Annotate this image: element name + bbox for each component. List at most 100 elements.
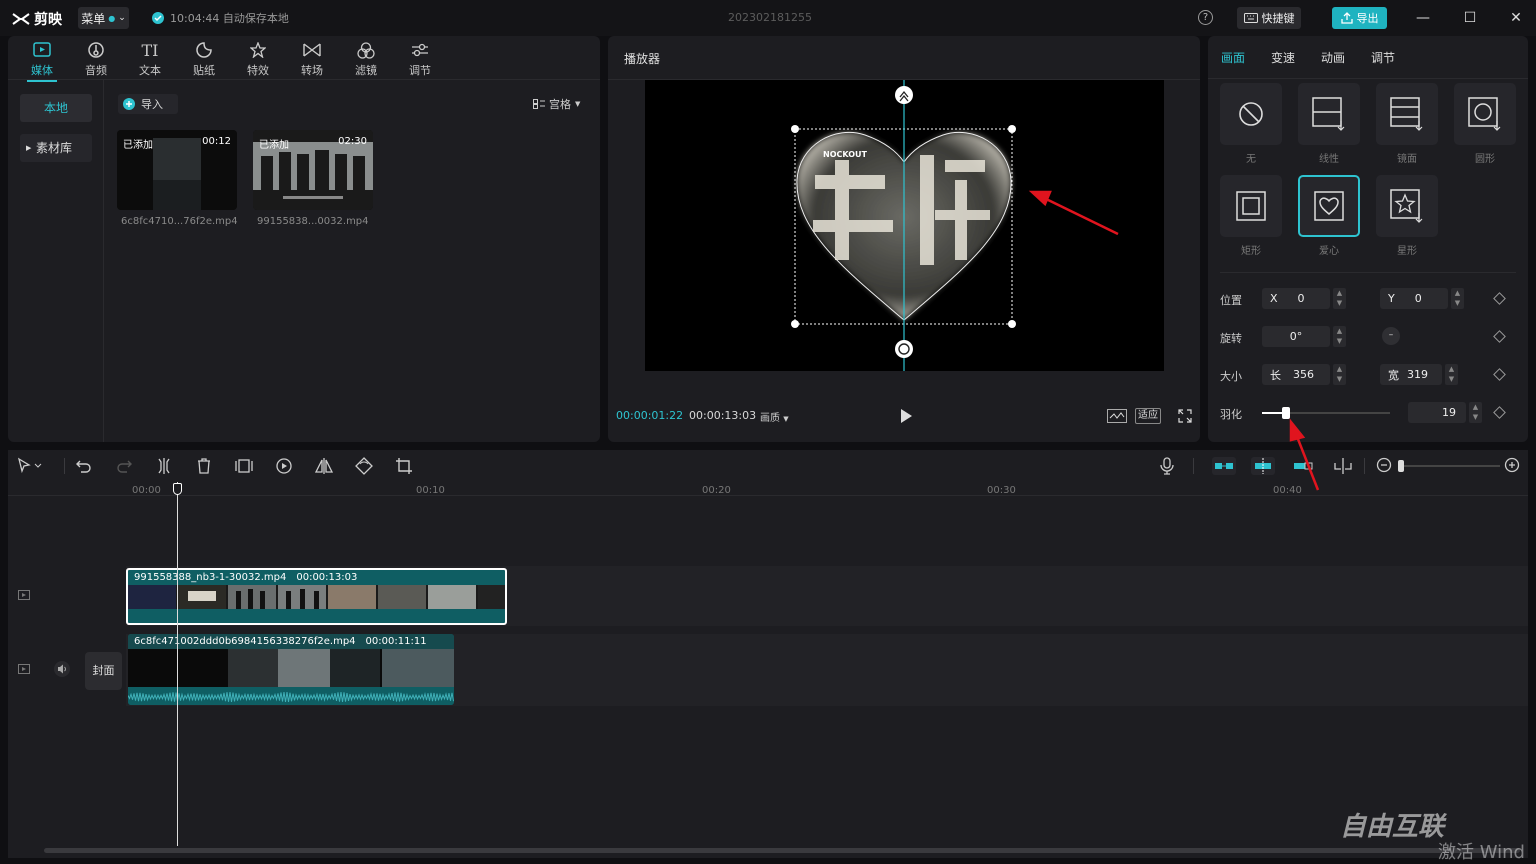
keyframe-diamond-icon[interactable] [1493,292,1506,305]
export-button[interactable]: 导出 [1332,7,1387,29]
zoom-out-button[interactable] [1376,457,1394,475]
resize-handle[interactable] [791,320,799,328]
trash-icon [198,458,210,474]
media-item[interactable]: 已添加 02:30 [253,130,373,210]
tab-label: 转场 [301,64,323,77]
rotate-button[interactable] [355,457,373,475]
linkage-button[interactable] [1291,457,1315,475]
menu-button[interactable]: 菜单 ● ⌄ [78,7,129,29]
play-button[interactable] [899,408,913,424]
minimize-button[interactable]: — [1413,8,1433,28]
mask-rect-button[interactable] [1220,175,1282,237]
tab-sticker[interactable]: 贴纸 [177,40,231,78]
tab-filter[interactable]: 滤镜 [339,40,393,78]
snap-icon [1255,458,1271,474]
mask-label: 圆形 [1475,154,1495,165]
zoom-slider-knob[interactable] [1398,460,1404,472]
tab-animation[interactable]: 动画 [1321,49,1345,66]
tab-audio[interactable]: 音频 [69,40,123,78]
timeline-scrollbar[interactable] [44,848,1520,853]
mirror-button[interactable] [315,457,333,475]
record-audio-button[interactable] [1158,457,1176,475]
tab-text[interactable]: TI 文本 [123,40,177,78]
fit-ratio-button[interactable]: 适应 [1135,408,1161,424]
mask-none-button[interactable] [1220,83,1282,145]
length-stepper[interactable]: ▲ ▼ [1333,364,1346,385]
redo-button[interactable] [115,457,133,475]
maximize-button[interactable]: ☐ [1460,8,1480,28]
mask-star-button[interactable] [1376,175,1438,237]
zoom-out-icon [1376,457,1392,473]
undo-button[interactable] [75,457,93,475]
mask-linear-button[interactable] [1298,83,1360,145]
rotate-handle-icon[interactable] [895,340,913,358]
tab-canvas[interactable]: 画面 [1221,49,1245,66]
feather-slider[interactable] [1262,402,1390,423]
split-button[interactable] [155,457,173,475]
keyframe-diamond-icon[interactable] [1493,368,1506,381]
tab-media[interactable]: 媒体 [15,40,69,82]
reverse-play-button[interactable] [275,457,293,475]
preview-canvas[interactable]: NOCKOUT [645,80,1164,371]
fullscreen-button[interactable] [1178,409,1192,423]
project-title: 202302181255 [728,11,812,24]
preview-axis-button[interactable] [1333,457,1353,475]
sidebar-item-local[interactable]: 本地 [20,94,92,122]
resize-handle[interactable] [791,125,799,133]
tab-transition[interactable]: 转场 [285,40,339,78]
tab-adjust[interactable]: 调节 [393,40,447,78]
help-icon[interactable]: ? [1198,10,1213,25]
sidebar-item-library[interactable]: ▶ 素材库 [20,134,92,162]
view-mode-dropdown[interactable]: 宫格 ▼ [533,96,580,112]
keyframe-diamond-icon[interactable] [1493,330,1506,343]
resize-handle[interactable] [1008,320,1016,328]
feather-input[interactable]: 19 [1408,402,1466,423]
x-stepper[interactable]: ▲ ▼ [1333,288,1346,309]
tab-label: 特效 [247,64,269,77]
crop-icon [396,458,412,474]
mask-mirror-button[interactable] [1376,83,1438,145]
keyframe-diamond-icon[interactable] [1493,406,1506,419]
tab-adjust[interactable]: 调节 [1371,49,1395,66]
tab-speed[interactable]: 变速 [1271,49,1295,66]
slider-knob[interactable] [1282,407,1290,419]
playhead-handle-icon[interactable] [173,483,182,495]
media-item[interactable]: 已添加 00:12 [117,130,237,210]
width-stepper[interactable]: ▲ ▼ [1445,364,1458,385]
resize-handle[interactable] [1008,125,1016,133]
rotate-input[interactable]: 0° [1262,326,1330,347]
video-clip-main[interactable]: 991558388_nb3-1-30032.mp4 00:00:13:03 [126,568,507,625]
rotate-stepper[interactable]: ▲ ▼ [1333,326,1346,347]
position-x-input[interactable]: X0 [1262,288,1330,309]
tab-label: 贴纸 [193,64,215,77]
zoom-in-button[interactable] [1504,457,1522,475]
delete-button[interactable] [195,457,213,475]
mask-width-input[interactable]: 宽 319 [1380,364,1442,385]
time-ruler[interactable]: 00:00 00:10 00:20 00:30 00:40 [8,482,1528,496]
mask-circle-button[interactable] [1454,83,1516,145]
tab-effects[interactable]: 特效 [231,40,285,78]
mask-length-input[interactable]: 长 356 [1262,364,1330,385]
cover-button[interactable]: 封面 [85,652,122,690]
waveform-toggle-button[interactable] [1107,409,1127,423]
rotate-dial-icon[interactable]: – [1382,327,1400,345]
y-stepper[interactable]: ▲ ▼ [1451,288,1464,309]
freeze-frame-button[interactable] [235,457,253,475]
auto-snap-button[interactable] [1251,457,1275,475]
mask-heart-button[interactable] [1298,175,1360,237]
sticker-icon [196,42,212,58]
import-button[interactable]: 导入 [118,94,178,114]
select-tool-button[interactable] [17,457,42,475]
zoom-slider[interactable] [1400,465,1500,467]
clip-header: 991558388_nb3-1-30032.mp4 00:00:13:03 [128,570,505,585]
feather-stepper[interactable]: ▲ ▼ [1469,402,1482,423]
position-y-input[interactable]: Y0 [1380,288,1448,309]
quality-dropdown[interactable]: 画质 ▼ [760,409,789,424]
playhead-line[interactable] [177,482,178,846]
track-audio-toggle[interactable] [54,661,70,677]
circle-mask-icon [1468,97,1501,131]
shortcut-button[interactable]: 快捷键 [1237,7,1301,29]
crop-button[interactable] [395,457,413,475]
close-button[interactable]: ✕ [1506,8,1526,28]
main-track-magnet-button[interactable] [1212,457,1236,475]
